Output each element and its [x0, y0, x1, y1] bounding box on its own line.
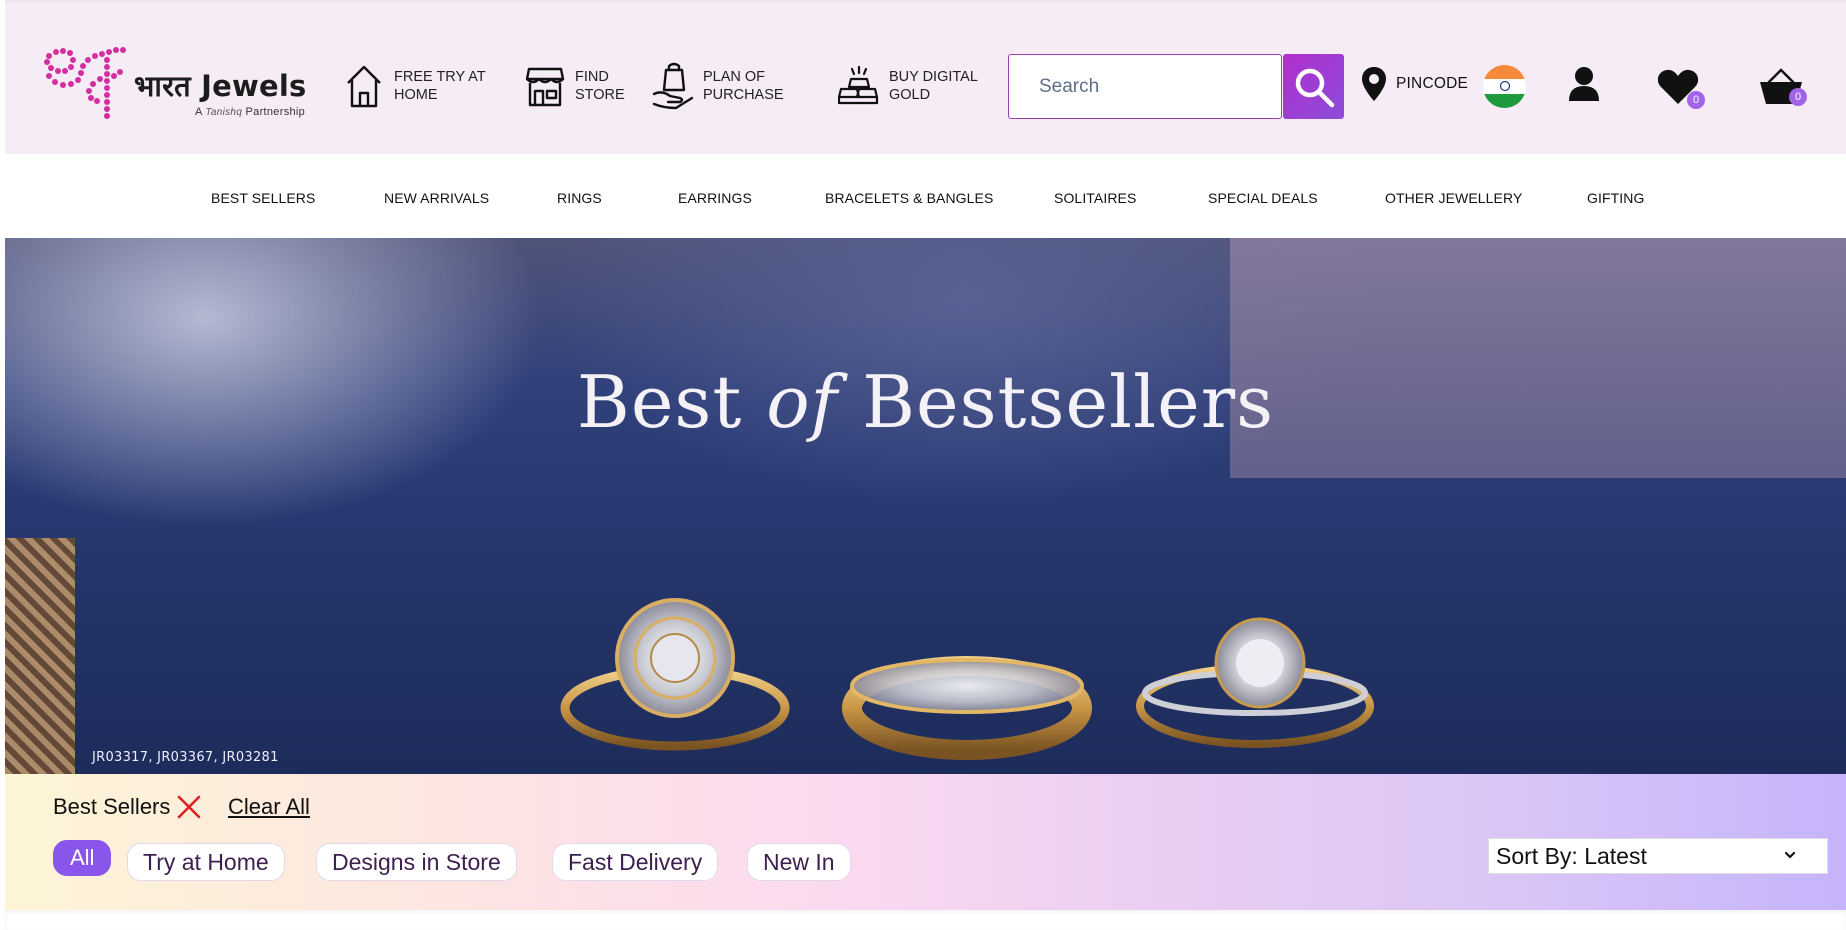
sort-select[interactable]: Sort By: Latest	[1488, 838, 1828, 874]
filter-bar: Best Sellers Clear All All Try at Home D…	[5, 774, 1846, 910]
site-header: भारत Jewels A Tanishq Partnership FREE T…	[5, 0, 1846, 154]
chip-all[interactable]: All	[53, 840, 112, 876]
search-input[interactable]	[1008, 54, 1282, 119]
wishlist-count-badge: 0	[1687, 91, 1705, 109]
brand-subtitle-prefix: A	[195, 106, 203, 118]
banner-bangle-accent	[5, 538, 75, 774]
nav-bracelets-bangles[interactable]: BRACELETS & BANGLES	[825, 190, 993, 206]
clear-all-link[interactable]: Clear All	[228, 794, 310, 820]
nav-earrings[interactable]: EARRINGS	[678, 190, 752, 206]
find-store-label: FIND STORE	[575, 69, 625, 103]
wishlist-button[interactable]: 0	[1657, 69, 1705, 110]
chip-new-in[interactable]: New In	[747, 843, 851, 881]
nav-new-arrivals[interactable]: NEW ARRIVALS	[384, 190, 489, 206]
chip-fast-delivery[interactable]: Fast Delivery	[552, 843, 719, 881]
nav-rings[interactable]: RINGS	[557, 190, 602, 206]
partner-logo: Tanishq	[205, 107, 243, 118]
brand-subtitle-suffix: Partnership	[245, 106, 306, 118]
devanagari-bha-logo-icon	[44, 47, 126, 119]
close-icon	[178, 795, 201, 819]
nav-best-sellers[interactable]: BEST SELLERS	[211, 190, 315, 206]
pincode-selector[interactable]: PINCODE	[1361, 66, 1468, 102]
find-store-link[interactable]: FIND STORE	[523, 60, 635, 112]
nav-gifting[interactable]: GIFTING	[1587, 190, 1644, 206]
banner-title-pre: Best	[576, 360, 767, 444]
plan-of-purchase-link[interactable]: PLAN OF PURCHASE	[651, 60, 798, 112]
content-start	[5, 910, 1846, 930]
chip-designs-in-store[interactable]: Designs in Store	[316, 843, 517, 881]
chevron-down-icon	[1784, 851, 1796, 859]
free-try-at-home-link[interactable]: FREE TRY AT HOME	[342, 60, 504, 112]
nav-solitaires[interactable]: SOLITAIRES	[1054, 190, 1136, 206]
banner-title: Best of Bestsellers	[5, 360, 1846, 444]
cart-button[interactable]: 0	[1759, 68, 1807, 111]
hero-banner[interactable]: Best of Bestsellers JR03317, JR03367, JR…	[5, 238, 1846, 774]
india-flag-icon[interactable]	[1483, 65, 1526, 108]
page: भारत Jewels A Tanishq Partnership FREE T…	[5, 0, 1846, 930]
pincode-label: PINCODE	[1396, 75, 1469, 92]
search-icon	[1295, 68, 1334, 107]
brand-name: भारत Jewels	[134, 69, 307, 103]
brand-subtitle: A Tanishq Partnership	[195, 106, 305, 118]
user-icon	[1569, 67, 1599, 101]
banner-title-italic: of	[766, 360, 839, 444]
remove-filter-button[interactable]	[176, 794, 202, 820]
buy-digital-gold-label: BUY DIGITAL GOLD	[889, 69, 978, 103]
home-icon	[342, 60, 386, 112]
applied-filter-label: Best Sellers	[53, 794, 171, 819]
cart-count-badge: 0	[1789, 88, 1807, 106]
account-button[interactable]	[1568, 66, 1600, 107]
rings-image	[560, 598, 1374, 760]
nav-special-deals[interactable]: SPECIAL DEALS	[1208, 190, 1318, 206]
brand-logo[interactable]: भारत Jewels A Tanishq Partnership	[43, 46, 333, 126]
sort-label: Sort By: Latest	[1496, 842, 1647, 869]
chip-try-at-home[interactable]: Try at Home	[127, 843, 285, 881]
buy-digital-gold-link[interactable]: BUY DIGITAL GOLD	[837, 60, 989, 112]
free-try-at-home-label: FREE TRY AT HOME	[394, 69, 486, 103]
gold-bars-icon	[837, 60, 881, 112]
nav-other-jewellery[interactable]: OTHER JEWELLERY	[1385, 190, 1522, 206]
banner-product-codes: JR03317, JR03367, JR03281	[92, 750, 279, 765]
plan-of-purchase-label: PLAN OF PURCHASE	[703, 69, 784, 103]
search-button[interactable]	[1283, 54, 1344, 119]
banner-title-post: Bestsellers	[838, 360, 1275, 444]
applied-filter: Best Sellers	[53, 794, 202, 820]
shopping-bag-hand-icon	[651, 60, 695, 112]
category-nav: BEST SELLERS NEW ARRIVALS RINGS EARRINGS…	[5, 154, 1846, 238]
location-pin-icon	[1362, 67, 1386, 101]
store-icon	[523, 60, 567, 112]
